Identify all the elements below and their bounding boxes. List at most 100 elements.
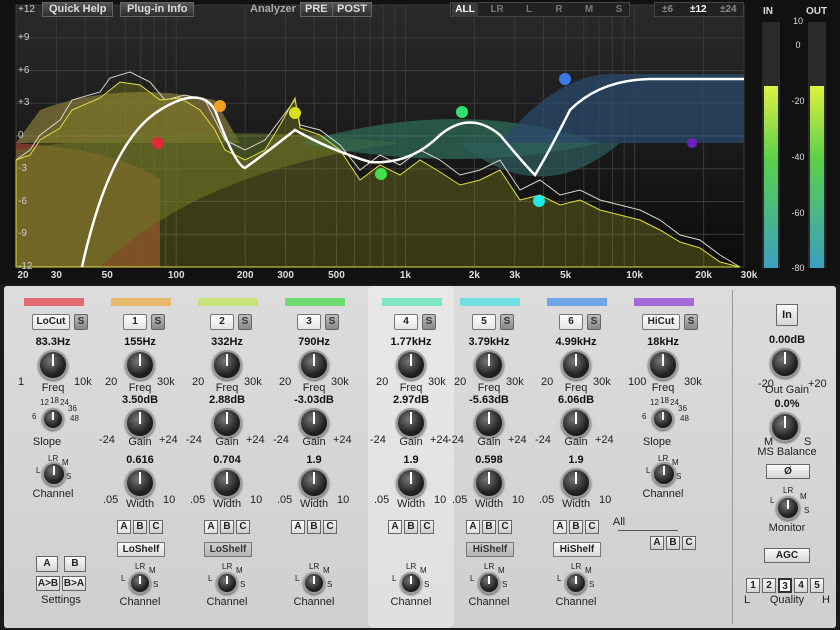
channel-knob[interactable]	[478, 572, 500, 594]
quality-option-3[interactable]: 3	[778, 578, 792, 593]
channel-knob[interactable]	[652, 462, 676, 486]
copy-a-to-b-button[interactable]: A>B	[36, 576, 60, 591]
band-b-button[interactable]: B	[307, 520, 321, 534]
channel-knob[interactable]	[303, 572, 325, 594]
band-point-2[interactable]	[289, 107, 301, 119]
width-knob[interactable]	[396, 468, 426, 498]
band-enable-button[interactable]: 4	[394, 314, 418, 330]
band-b-button[interactable]: B	[404, 520, 418, 534]
agc-button[interactable]: AGC	[764, 548, 810, 563]
band-a-button[interactable]: A	[388, 520, 402, 534]
band-enable-button[interactable]: 2	[210, 314, 234, 330]
channel-option-lr[interactable]: LR	[484, 2, 510, 17]
all-c-button[interactable]: C	[682, 536, 696, 550]
band-c-button[interactable]: C	[420, 520, 434, 534]
band-solo-button[interactable]: S	[684, 314, 698, 330]
band-enable-button[interactable]: LoCut	[32, 314, 70, 330]
gain-knob[interactable]	[212, 408, 242, 438]
quick-help-button[interactable]: Quick Help	[42, 2, 114, 17]
channel-knob[interactable]	[42, 462, 66, 486]
band-shape-button[interactable]: HiShelf	[466, 542, 514, 557]
out-gain-knob[interactable]	[770, 348, 800, 378]
band-a-button[interactable]: A	[553, 520, 567, 534]
all-a-button[interactable]: A	[650, 536, 664, 550]
width-knob[interactable]	[474, 468, 504, 498]
width-knob[interactable]	[125, 468, 155, 498]
band-point-6[interactable]	[559, 73, 571, 85]
settings-b-button[interactable]: B	[64, 556, 86, 572]
band-b-button[interactable]: B	[133, 520, 147, 534]
band-solo-button[interactable]: S	[422, 314, 436, 330]
band-c-button[interactable]: C	[149, 520, 163, 534]
band-solo-button[interactable]: S	[500, 314, 514, 330]
range-option[interactable]: ±12	[690, 2, 707, 17]
band-enable-button[interactable]: 6	[559, 314, 583, 330]
quality-option-2[interactable]: 2	[762, 578, 776, 593]
slope-knob[interactable]	[42, 408, 64, 430]
quality-option-5[interactable]: 5	[810, 578, 824, 593]
settings-a-button[interactable]: A	[36, 556, 58, 572]
channel-option-r[interactable]: R	[546, 2, 572, 17]
width-knob[interactable]	[561, 468, 591, 498]
band-c-button[interactable]: C	[498, 520, 512, 534]
analyzer-post-button[interactable]: POST	[332, 2, 372, 17]
plugin-info-button[interactable]: Plug-in Info	[120, 2, 195, 17]
band-enable-button[interactable]: HiCut	[642, 314, 680, 330]
channel-knob[interactable]	[400, 572, 422, 594]
freq-knob[interactable]	[299, 350, 329, 380]
channel-knob[interactable]	[565, 572, 587, 594]
range-option[interactable]: ±6	[662, 2, 673, 17]
band-shape-button[interactable]: LoShelf	[204, 542, 252, 557]
freq-knob[interactable]	[125, 350, 155, 380]
band-solo-button[interactable]: S	[238, 314, 252, 330]
monitor-knob[interactable]	[776, 496, 800, 520]
band-point-4[interactable]	[456, 106, 468, 118]
freq-knob[interactable]	[38, 350, 68, 380]
ms-balance-knob[interactable]	[770, 412, 800, 442]
freq-knob[interactable]	[561, 350, 591, 380]
band-a-button[interactable]: A	[466, 520, 480, 534]
band-c-button[interactable]: C	[236, 520, 250, 534]
width-knob[interactable]	[299, 468, 329, 498]
in-button[interactable]: In	[776, 304, 798, 326]
gain-knob[interactable]	[561, 408, 591, 438]
range-option[interactable]: ±24	[720, 2, 737, 17]
band-solo-button[interactable]: S	[74, 314, 88, 330]
eq-graph[interactable]	[0, 0, 760, 284]
band-point-5[interactable]	[533, 195, 545, 207]
band-enable-button[interactable]: 3	[297, 314, 321, 330]
band-enable-button[interactable]: 1	[123, 314, 147, 330]
band-solo-button[interactable]: S	[325, 314, 339, 330]
quality-option-1[interactable]: 1	[746, 578, 760, 593]
band-point-hicut[interactable]	[687, 138, 697, 148]
band-a-button[interactable]: A	[204, 520, 218, 534]
band-b-button[interactable]: B	[220, 520, 234, 534]
phase-button[interactable]: Ø	[766, 464, 810, 479]
band-c-button[interactable]: C	[323, 520, 337, 534]
freq-knob[interactable]	[396, 350, 426, 380]
band-point-3[interactable]	[375, 168, 387, 180]
band-c-button[interactable]: C	[585, 520, 599, 534]
channel-option-m[interactable]: M	[576, 2, 602, 17]
copy-b-to-a-button[interactable]: B>A	[62, 576, 86, 591]
freq-knob[interactable]	[648, 350, 678, 380]
band-enable-button[interactable]: 5	[472, 314, 496, 330]
channel-option-all[interactable]: ALL	[452, 2, 478, 17]
gain-knob[interactable]	[125, 408, 155, 438]
gain-knob[interactable]	[299, 408, 329, 438]
channel-option-s[interactable]: S	[606, 2, 632, 17]
band-shape-button[interactable]: LoShelf	[117, 542, 165, 557]
analyzer-pre-button[interactable]: PRE	[300, 2, 333, 17]
band-shape-button[interactable]: HiShelf	[553, 542, 601, 557]
quality-option-4[interactable]: 4	[794, 578, 808, 593]
all-b-button[interactable]: B	[666, 536, 680, 550]
width-knob[interactable]	[212, 468, 242, 498]
band-solo-button[interactable]: S	[587, 314, 601, 330]
band-b-button[interactable]: B	[482, 520, 496, 534]
channel-option-l[interactable]: L	[516, 2, 542, 17]
slope-knob[interactable]	[652, 408, 674, 430]
channel-knob[interactable]	[216, 572, 238, 594]
freq-knob[interactable]	[474, 350, 504, 380]
gain-knob[interactable]	[396, 408, 426, 438]
band-point-locut[interactable]	[152, 137, 164, 149]
